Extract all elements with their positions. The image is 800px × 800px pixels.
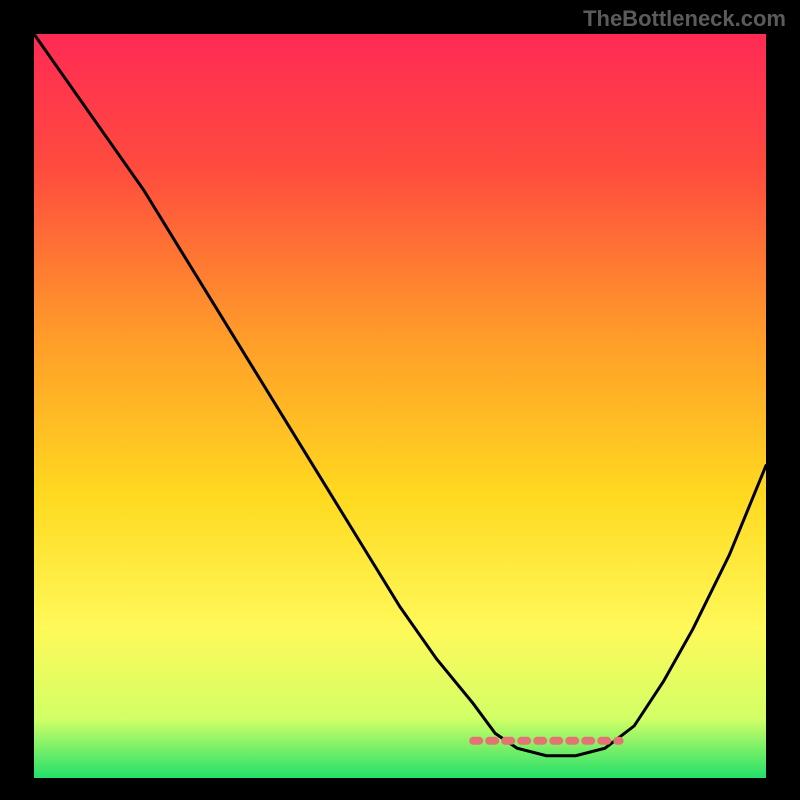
watermark-text: TheBottleneck.com (583, 6, 786, 32)
chart-svg (0, 0, 800, 800)
chart-container: TheBottleneck.com (0, 0, 800, 800)
plot-background (34, 34, 766, 778)
